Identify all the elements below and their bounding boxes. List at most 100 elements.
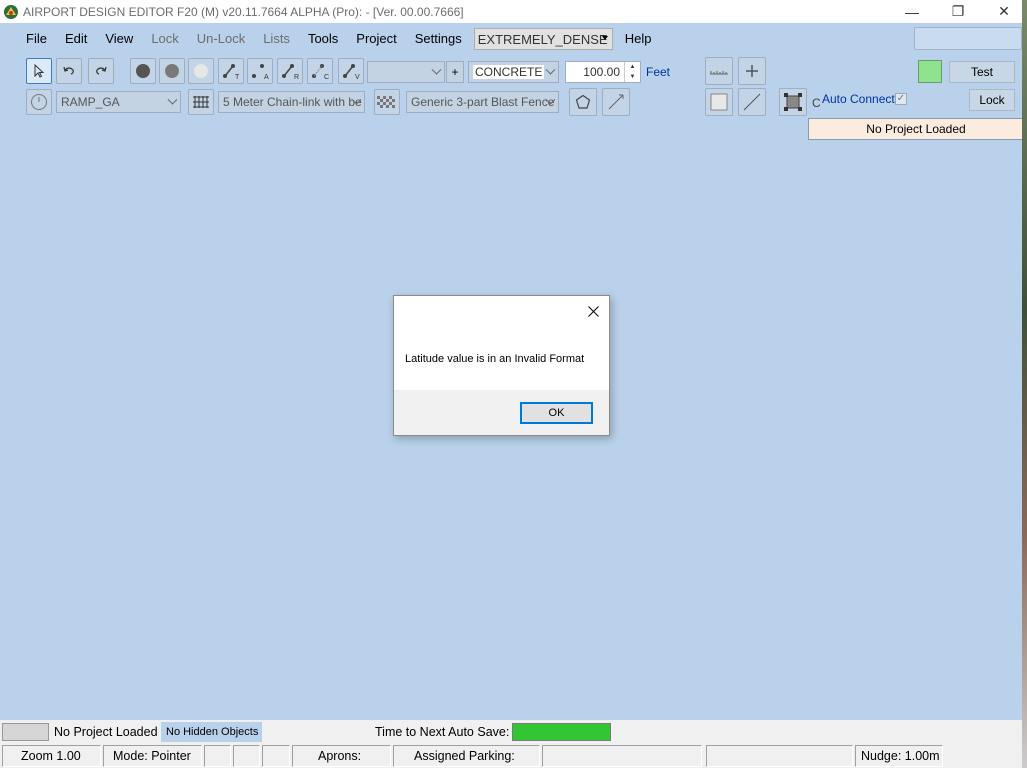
menu-edit[interactable]: Edit [56,27,96,51]
menu-lock[interactable]: Lock [142,27,187,51]
auto-connect-label: Auto Connect [822,92,895,106]
spin-down-icon[interactable]: ▼ [625,72,640,82]
menu-project[interactable]: Project [347,27,405,51]
width-stepper[interactable]: 100.00 ▲ ▼ [565,61,641,83]
status-indicator-box [2,723,49,741]
app-logo-icon [3,4,19,20]
surface-select[interactable]: CONCRETE [468,61,559,83]
diagonal-line-button[interactable] [738,88,766,116]
fence-type-select[interactable]: 5 Meter Chain-link with be [218,91,365,113]
ramp-type-select[interactable]: RAMP_GA [56,91,181,113]
ruler-icon [710,71,728,75]
grey-circle-tool-button[interactable] [159,58,185,84]
undo-button[interactable] [56,58,82,84]
status-cell-blank-5 [706,745,853,767]
plus-icon [746,65,758,77]
error-dialog: Latitude value is in an Invalid Format O… [393,295,610,436]
close-window-button[interactable]: ✕ [981,0,1027,23]
light-circle-tool-button[interactable] [188,58,214,84]
blast-fence-select[interactable]: Generic 3-part Blast Fence [406,91,559,113]
status-nudge: Nudge: 1.00m [855,745,943,767]
dark-circle-tool-button[interactable] [130,58,156,84]
menu-tools[interactable]: Tools [299,27,347,51]
restore-button[interactable]: ❐ [935,0,981,23]
rectangle-button[interactable] [705,88,733,116]
chevron-down-icon [431,64,442,75]
status-cell-blank-2 [233,745,260,767]
spin-up-icon[interactable]: ▲ [625,62,640,72]
clock-button[interactable] [26,89,52,115]
blast-fence-button[interactable] [374,89,400,115]
menu-file[interactable]: File [0,27,56,51]
status-mode: Mode: Pointer [103,745,202,767]
hidden-objects-badge: No Hidden Objects [161,722,262,742]
select-region-icon [784,93,802,111]
runway-node-button[interactable]: R [277,58,303,84]
grey-circle-icon [165,64,179,78]
width-value: 100.00 [583,65,620,79]
node-v-icon: V [343,64,360,80]
diagonal-line-icon [743,93,761,111]
color-swatch[interactable] [918,60,942,83]
svg-text:A: A [264,74,269,80]
svg-text:C: C [324,74,329,80]
status-parking: Assigned Parking: [393,745,540,767]
grid-icon [193,96,209,108]
add-button[interactable] [738,57,766,85]
ramp-type-value: RAMP_GA [61,95,120,109]
minimize-button[interactable]: — [889,0,935,23]
fence-grid-button[interactable] [188,89,214,115]
top-right-field[interactable] [914,27,1022,50]
node-r-icon: R [282,64,299,80]
node-type-select[interactable] [367,61,445,83]
menu-view[interactable]: View [96,27,142,51]
node-c-icon: C [312,64,329,80]
redo-icon [96,66,107,75]
measure-button[interactable] [705,57,733,85]
menu-settings[interactable]: Settings [406,27,471,51]
autosave-label: Time to Next Auto Save: [375,725,510,739]
connector-node-button[interactable]: C [307,58,333,84]
status-zoom: Zoom 1.00 [2,745,101,767]
svg-text:R: R [294,74,299,80]
apron-node-button[interactable]: A [247,58,273,84]
status-cell-blank-4 [542,745,702,767]
menu-unlock[interactable]: Un-Lock [188,27,254,51]
status-bar-top: No Project Loaded No Hidden Objects Time… [0,720,1027,744]
chevron-down-icon [545,64,556,75]
status-cell-blank-3 [262,745,290,767]
surface-value: CONCRETE [473,65,545,79]
partial-label: C [812,96,821,110]
lock-button[interactable]: Lock [969,89,1015,111]
dialog-close-button[interactable] [585,303,601,319]
window-title: AIRPORT DESIGN EDITOR F20 (M) v20.11.766… [23,4,464,19]
status-bar-bottom: Zoom 1.00 Mode: Pointer Aprons: Assigned… [0,744,1027,768]
auto-connect-checkbox[interactable]: ✓ [895,93,907,105]
close-icon [587,305,599,317]
svg-text:T: T [235,74,240,80]
ok-button[interactable]: OK [520,402,593,424]
status-project: No Project Loaded [54,725,158,739]
fence-type-value: 5 Meter Chain-link with be [223,95,362,109]
status-aprons: Aprons: [292,745,391,767]
redo-button[interactable] [88,58,114,84]
menu-help[interactable]: Help [616,27,661,51]
density-select[interactable]: EXTREMELY_DENSE [473,28,613,50]
test-button[interactable]: Test [949,61,1015,83]
line-draw-icon [608,94,624,110]
square-icon [710,93,728,111]
node-t-icon: T [223,64,240,80]
title-bar: AIRPORT DESIGN EDITOR F20 (M) v20.11.766… [0,0,1027,23]
polygon-button[interactable] [569,88,597,116]
add-small-button[interactable]: + [446,61,464,83]
select-region-button[interactable] [779,88,807,116]
pointer-tool-button[interactable] [26,58,52,84]
line-draw-button[interactable] [602,88,630,116]
pointer-icon [34,64,45,78]
taxiway-node-button[interactable]: T [218,58,244,84]
dialog-footer: OK [394,390,609,435]
project-status-banner: No Project Loaded [808,118,1024,140]
vehicle-node-button[interactable]: V [338,58,364,84]
menu-lists[interactable]: Lists [254,27,299,51]
status-cell-blank-1 [204,745,231,767]
